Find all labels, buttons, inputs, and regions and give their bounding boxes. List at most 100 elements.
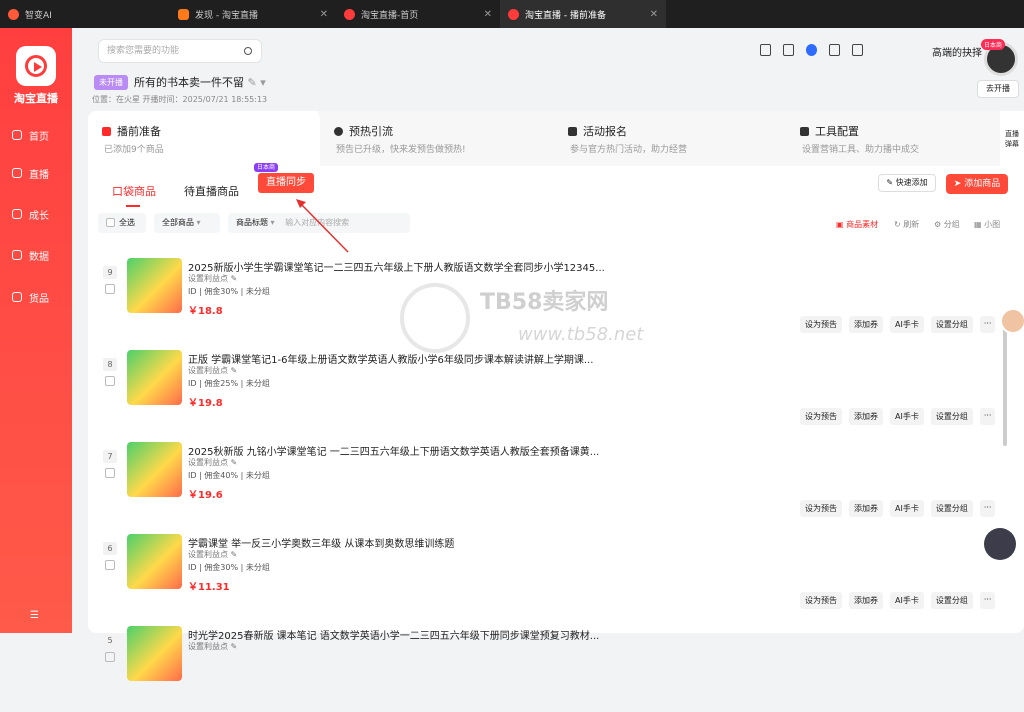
product-thumbnail[interactable] [127, 534, 182, 589]
row-action-2[interactable]: AI手卡 [890, 316, 924, 333]
row-action-4[interactable]: ··· [979, 316, 996, 333]
row-action-2[interactable]: AI手卡 [890, 592, 924, 609]
main-area: 搜索您需要的功能 高端的抉择 日本商 去开播 未开播 所有的书本卖一件不留 ✎ … [88, 28, 1024, 681]
tab-ai[interactable]: 智变AI [0, 0, 170, 28]
collapse-icon[interactable]: ☰ [30, 610, 39, 621]
step-activity[interactable]: 活动报名 参与官方热门活动，助力经营 [554, 111, 786, 166]
wand-icon: ✎ [886, 178, 894, 187]
row-checkbox[interactable] [105, 468, 115, 478]
scrollbar[interactable] [1003, 326, 1007, 446]
row-action-1[interactable]: 添加券 [849, 408, 883, 425]
taobao-live-logo [16, 46, 56, 86]
row-action-1[interactable]: 添加券 [849, 592, 883, 609]
tab-home[interactable]: 淘宝直播-首页 ✕ [336, 0, 500, 28]
row-action-0[interactable]: 设为预告 [800, 408, 842, 425]
clipboard-icon[interactable] [760, 44, 771, 56]
product-price: ￥19.8 [188, 398, 223, 409]
sidebar-item-data[interactable]: 数据 [0, 244, 72, 266]
row-action-2[interactable]: AI手卡 [890, 500, 924, 517]
quick-add-label: 快速添加 [895, 178, 928, 187]
row-action-0[interactable]: 设为预告 [800, 592, 842, 609]
group-label: 分组 [943, 220, 960, 229]
user-avatar[interactable]: 日本商 [981, 39, 1018, 76]
row-number: 6 [103, 542, 117, 555]
benefit-point-link[interactable]: 设置利益点 ✎ [188, 549, 237, 560]
tab-label: 淘宝直播 - 播前准备 [525, 10, 606, 21]
goods-material-link[interactable]: ▣ 商品素材 [836, 219, 878, 230]
row-checkbox[interactable] [105, 376, 115, 386]
message-icon[interactable] [783, 44, 794, 56]
product-name[interactable]: 正版 学霸课堂笔记1-6年级上册语文数学英语人教版小学6年级同步课本解读讲解上学… [188, 351, 593, 366]
row-action-4[interactable]: ··· [979, 408, 996, 425]
row-action-3[interactable]: 设置分组 [930, 592, 973, 609]
group-button[interactable]: ⚙ 分组 [934, 219, 960, 230]
tab-label: 智变AI [25, 10, 52, 21]
go-live-button[interactable]: 去开播 [977, 80, 1019, 98]
close-icon[interactable]: ✕ [320, 9, 328, 20]
refresh-button[interactable]: ↻ 刷新 [894, 219, 919, 230]
row-action-2[interactable]: AI手卡 [890, 408, 924, 425]
chat-bubble-icon[interactable] [984, 528, 1016, 560]
brand-name: 淘宝直播 [14, 92, 58, 105]
sidebar-item-label: 首页 [29, 131, 49, 143]
quick-add-button[interactable]: ✎ 快速添加 [878, 174, 936, 192]
product-meta: ID | 佣金40% | 未分组 [188, 471, 270, 480]
product-name[interactable]: 学霸课堂 举一反三小学奥数三年级 从课本到奥数思维训练题 [188, 535, 454, 550]
row-action-1[interactable]: 添加券 [849, 316, 883, 333]
checklist-icon[interactable] [829, 44, 840, 56]
danmu-line2: 弹幕 [1005, 140, 1019, 148]
row-action-1[interactable]: 添加券 [849, 500, 883, 517]
row-action-3[interactable]: 设置分组 [930, 316, 973, 333]
chat-icon[interactable] [852, 44, 863, 56]
step-desc: 参与官方热门活动，助力经营 [570, 145, 688, 155]
sidebar-item-goods[interactable]: 货品 [0, 286, 72, 308]
product-thumbnail[interactable] [127, 350, 182, 405]
tab-discover[interactable]: 发现 - 淘宝直播 ✕ [170, 0, 336, 28]
row-action-3[interactable]: 设置分组 [930, 408, 973, 425]
row-action-0[interactable]: 设为预告 [800, 316, 842, 333]
benefit-point-label: 设置利益点 [188, 550, 228, 559]
benefit-point-link[interactable]: 设置利益点 ✎ [188, 365, 237, 376]
row-action-4[interactable]: ··· [979, 500, 996, 517]
close-icon[interactable]: ✕ [650, 9, 658, 20]
user-badge: 日本商 [981, 39, 1006, 50]
row-action-0[interactable]: 设为预告 [800, 500, 842, 517]
assistant-avatar[interactable] [1000, 308, 1024, 334]
benefit-point-link[interactable]: 设置利益点 ✎ [188, 457, 237, 468]
product-thumbnail[interactable] [127, 626, 182, 681]
row-action-4[interactable]: ··· [979, 592, 996, 609]
product-name[interactable]: 时光学2025春新版 课本笔记 语文数学英语小学一二三四五六年级下册同步课堂预复… [188, 627, 599, 642]
row-number: 7 [103, 450, 117, 463]
table-row: 7 2025秋新版 九铭小学课堂笔记 一二三四五六年级上下册语文数学英语人教版全套… [88, 435, 1008, 528]
product-name[interactable]: 2025秋新版 九铭小学课堂笔记 一二三四五六年级上下册语文数学英语人教版全套预… [188, 443, 599, 458]
row-checkbox[interactable] [105, 652, 115, 662]
sidebar-item-label: 数据 [29, 251, 49, 263]
benefit-point-label: 设置利益点 [188, 642, 228, 651]
row-action-3[interactable]: 设置分组 [930, 500, 973, 517]
small-view-button[interactable]: ▦ 小图 [974, 219, 1000, 230]
step-tools[interactable]: 工具配置 设置营销工具、助力播中成交 [786, 111, 1000, 166]
material-label: 商品素材 [846, 220, 879, 229]
product-thumbnail[interactable] [127, 442, 182, 497]
sidebar-item-growth[interactable]: 成长 [0, 203, 72, 225]
service-icon[interactable] [806, 44, 817, 56]
benefit-point-link[interactable]: 设置利益点 ✎ [188, 641, 237, 652]
flame-icon [8, 8, 19, 20]
live-icon [12, 168, 22, 178]
tab-label: 发现 - 淘宝直播 [195, 10, 258, 21]
danmu-tab[interactable]: 直播 弹幕 [1000, 111, 1024, 166]
edit-icon: ✎ [230, 642, 238, 651]
refresh-label: 刷新 [903, 220, 920, 229]
edit-icon: ✎ [230, 366, 238, 375]
row-number: 5 [103, 634, 117, 647]
tab-prep[interactable]: 淘宝直播 - 播前准备 ✕ [500, 0, 666, 28]
close-icon[interactable]: ✕ [484, 9, 492, 20]
sidebar-item-live[interactable]: 直播 [0, 162, 72, 184]
sidebar-item-home[interactable]: 首页 [0, 124, 72, 146]
add-goods-button[interactable]: ➤ 添加商品 [946, 174, 1008, 194]
user-name[interactable]: 高端的抉择 [932, 44, 982, 59]
data-icon [12, 250, 22, 260]
add-goods-label: 添加商品 [964, 179, 1001, 189]
table-row: 8 正版 学霸课堂笔记1-6年级上册语文数学英语人教版小学6年级同步课本解读讲解上… [88, 343, 1008, 436]
row-checkbox[interactable] [105, 560, 115, 570]
